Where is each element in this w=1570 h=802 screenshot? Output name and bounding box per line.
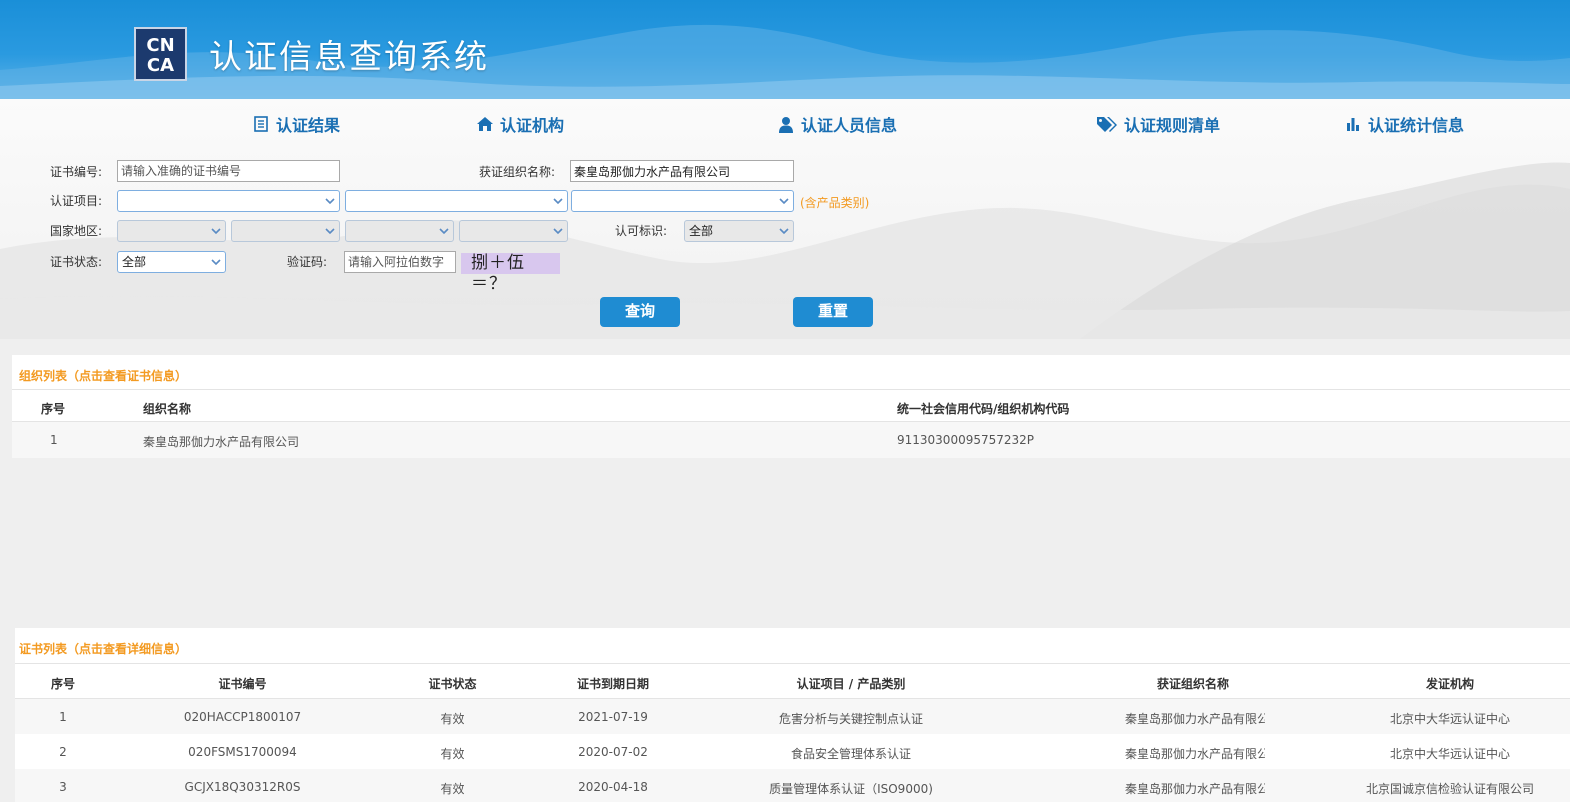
home-icon	[476, 115, 494, 133]
cert-list-title: 证书列表（点击查看详细信息）	[19, 642, 188, 656]
product-category-note: (含产品类别)	[800, 196, 870, 210]
product-category-select[interactable]	[571, 190, 794, 212]
org-name-label: 获证组织名称:	[479, 165, 556, 179]
col-issuer: 发证机构	[1425, 677, 1474, 691]
project-select-1[interactable]	[117, 190, 340, 212]
row-status: 有效	[440, 712, 465, 726]
row-cert-no: GCJX18Q30312R0S	[184, 780, 301, 794]
row-expiry: 2020-07-02	[578, 745, 648, 759]
row-org-name: 秦皇岛那伽力水产品有限公司	[143, 435, 300, 449]
row-expiry: 2021-07-19	[578, 710, 648, 724]
nav-cert-bodies[interactable]: 认证机构	[476, 112, 564, 136]
accreditation-label: 认可标识:	[615, 224, 668, 238]
region-select-4[interactable]	[459, 220, 568, 242]
col-index: 序号	[41, 402, 66, 416]
col-cert-status: 证书状态	[428, 677, 477, 691]
chevron-down-icon	[553, 198, 563, 205]
row-project: 质量管理体系认证（ISO9000)	[769, 782, 933, 796]
list-icon	[252, 115, 270, 133]
col-index: 序号	[50, 677, 75, 691]
project-label: 认证项目:	[50, 194, 103, 208]
col-org-name: 获证组织名称	[1156, 677, 1229, 691]
reset-button[interactable]: 重置	[793, 297, 873, 327]
region-select-2[interactable]	[231, 220, 340, 242]
table-row[interactable]: 1 秦皇岛那伽力水产品有限公司 91130300095757232P	[12, 422, 1570, 458]
chevron-down-icon	[439, 228, 449, 235]
chevron-down-icon	[779, 198, 789, 205]
query-button[interactable]: 查询	[600, 297, 680, 327]
row-cert-no: 020FSMS1700094	[188, 745, 297, 759]
row-issuer: 北京中大华远认证中心	[1389, 712, 1510, 726]
col-expiry-date: 证书到期日期	[576, 677, 649, 691]
status-select[interactable]: 全部	[117, 251, 226, 273]
accreditation-value: 全部	[689, 224, 714, 238]
table-row[interactable]: 1 020HACCP1800107 有效 2021-07-19 危害分析与关键控…	[15, 699, 1570, 734]
status-value: 全部	[122, 255, 147, 269]
row-index: 1	[59, 710, 67, 724]
row-org-name: 秦皇岛那伽力水产品有限公	[1125, 782, 1265, 796]
region-label: 国家地区:	[50, 224, 103, 238]
cnca-logo: CN CA	[134, 27, 187, 81]
svg-text:CN: CN	[146, 35, 174, 56]
tags-icon	[1096, 115, 1118, 133]
row-status: 有效	[440, 747, 465, 761]
captcha-image[interactable]: 捌＋伍＝？	[461, 253, 560, 294]
cert-no-input[interactable]	[117, 160, 340, 182]
col-cert-no: 证书编号	[218, 677, 267, 691]
row-project: 食品安全管理体系认证	[790, 747, 911, 761]
nav-cert-results[interactable]: 认证结果	[252, 112, 340, 136]
org-list-panel: 组织列表（点击查看证书信息） 序号 组织名称 统一社会信用代码/组织机构代码 1…	[12, 355, 1570, 458]
row-index: 1	[50, 433, 58, 447]
nav-statistics[interactable]: 认证统计信息	[1344, 112, 1464, 136]
org-name-input[interactable]	[570, 160, 794, 182]
row-index: 3	[59, 780, 67, 794]
org-list-title: 组织列表（点击查看证书信息）	[19, 369, 188, 383]
row-issuer: 北京中大华远认证中心	[1389, 747, 1510, 761]
row-issuer: 北京国诚京信检验认证有限公司	[1365, 782, 1534, 796]
chevron-down-icon	[325, 198, 335, 205]
table-row[interactable]: 3 GCJX18Q30312R0S 有效 2020-04-18 质量管理体系认证…	[15, 769, 1570, 802]
region-select-1[interactable]	[117, 220, 226, 242]
nav-label: 认证人员信息	[801, 116, 898, 135]
chevron-down-icon	[325, 228, 335, 235]
row-expiry: 2020-04-18	[578, 780, 648, 794]
nav-label: 认证规则清单	[1124, 116, 1221, 135]
col-credit-code: 统一社会信用代码/组织机构代码	[897, 402, 1070, 416]
captcha-label: 验证码:	[287, 255, 328, 269]
chevron-down-icon	[211, 259, 221, 266]
org-table-header: 序号 组织名称 统一社会信用代码/组织机构代码	[12, 389, 1570, 422]
search-panel: 认证结果 认证机构 认证人员信息 认证规则清单 认证统计信息 证书编号: 获证组…	[0, 99, 1570, 339]
user-icon	[777, 115, 795, 133]
nav-rules-list[interactable]: 认证规则清单	[1096, 112, 1220, 136]
cert-table-header: 序号 证书编号 证书状态 证书到期日期 认证项目 / 产品类别 获证组织名称 发…	[15, 663, 1570, 699]
table-row[interactable]: 2 020FSMS1700094 有效 2020-07-02 食品安全管理体系认…	[15, 734, 1570, 769]
chevron-down-icon	[779, 228, 789, 235]
chevron-down-icon	[211, 228, 221, 235]
svg-text:CA: CA	[147, 55, 174, 76]
nav-label: 认证机构	[500, 116, 565, 135]
row-cert-no: 020HACCP1800107	[183, 710, 302, 724]
row-project: 危害分析与关键控制点认证	[778, 712, 923, 726]
row-index: 2	[59, 745, 67, 759]
captcha-input[interactable]	[344, 251, 456, 273]
nav-personnel-info[interactable]: 认证人员信息	[777, 112, 897, 136]
nav-label: 认证统计信息	[1368, 116, 1465, 135]
col-org-name: 组织名称	[143, 402, 192, 416]
nav-label: 认证结果	[276, 116, 341, 135]
bar-chart-icon	[1344, 115, 1362, 133]
row-org-name: 秦皇岛那伽力水产品有限公	[1125, 712, 1265, 726]
header-banner: CN CA 认证信息查询系统	[0, 0, 1570, 99]
chevron-down-icon	[553, 228, 563, 235]
status-label: 证书状态:	[50, 255, 103, 269]
row-status: 有效	[440, 782, 465, 796]
col-project-category: 认证项目 / 产品类别	[796, 677, 906, 691]
row-credit-code: 91130300095757232P	[897, 433, 1035, 447]
row-org-name: 秦皇岛那伽力水产品有限公	[1125, 747, 1265, 761]
app-title: 认证信息查询系统	[209, 37, 489, 76]
cert-list-panel: 证书列表（点击查看详细信息） 序号 证书编号 证书状态 证书到期日期 认证项目 …	[15, 628, 1570, 802]
cert-no-label: 证书编号:	[50, 165, 103, 179]
region-select-3[interactable]	[345, 220, 454, 242]
accreditation-select[interactable]: 全部	[684, 220, 794, 242]
project-select-2[interactable]	[345, 190, 568, 212]
